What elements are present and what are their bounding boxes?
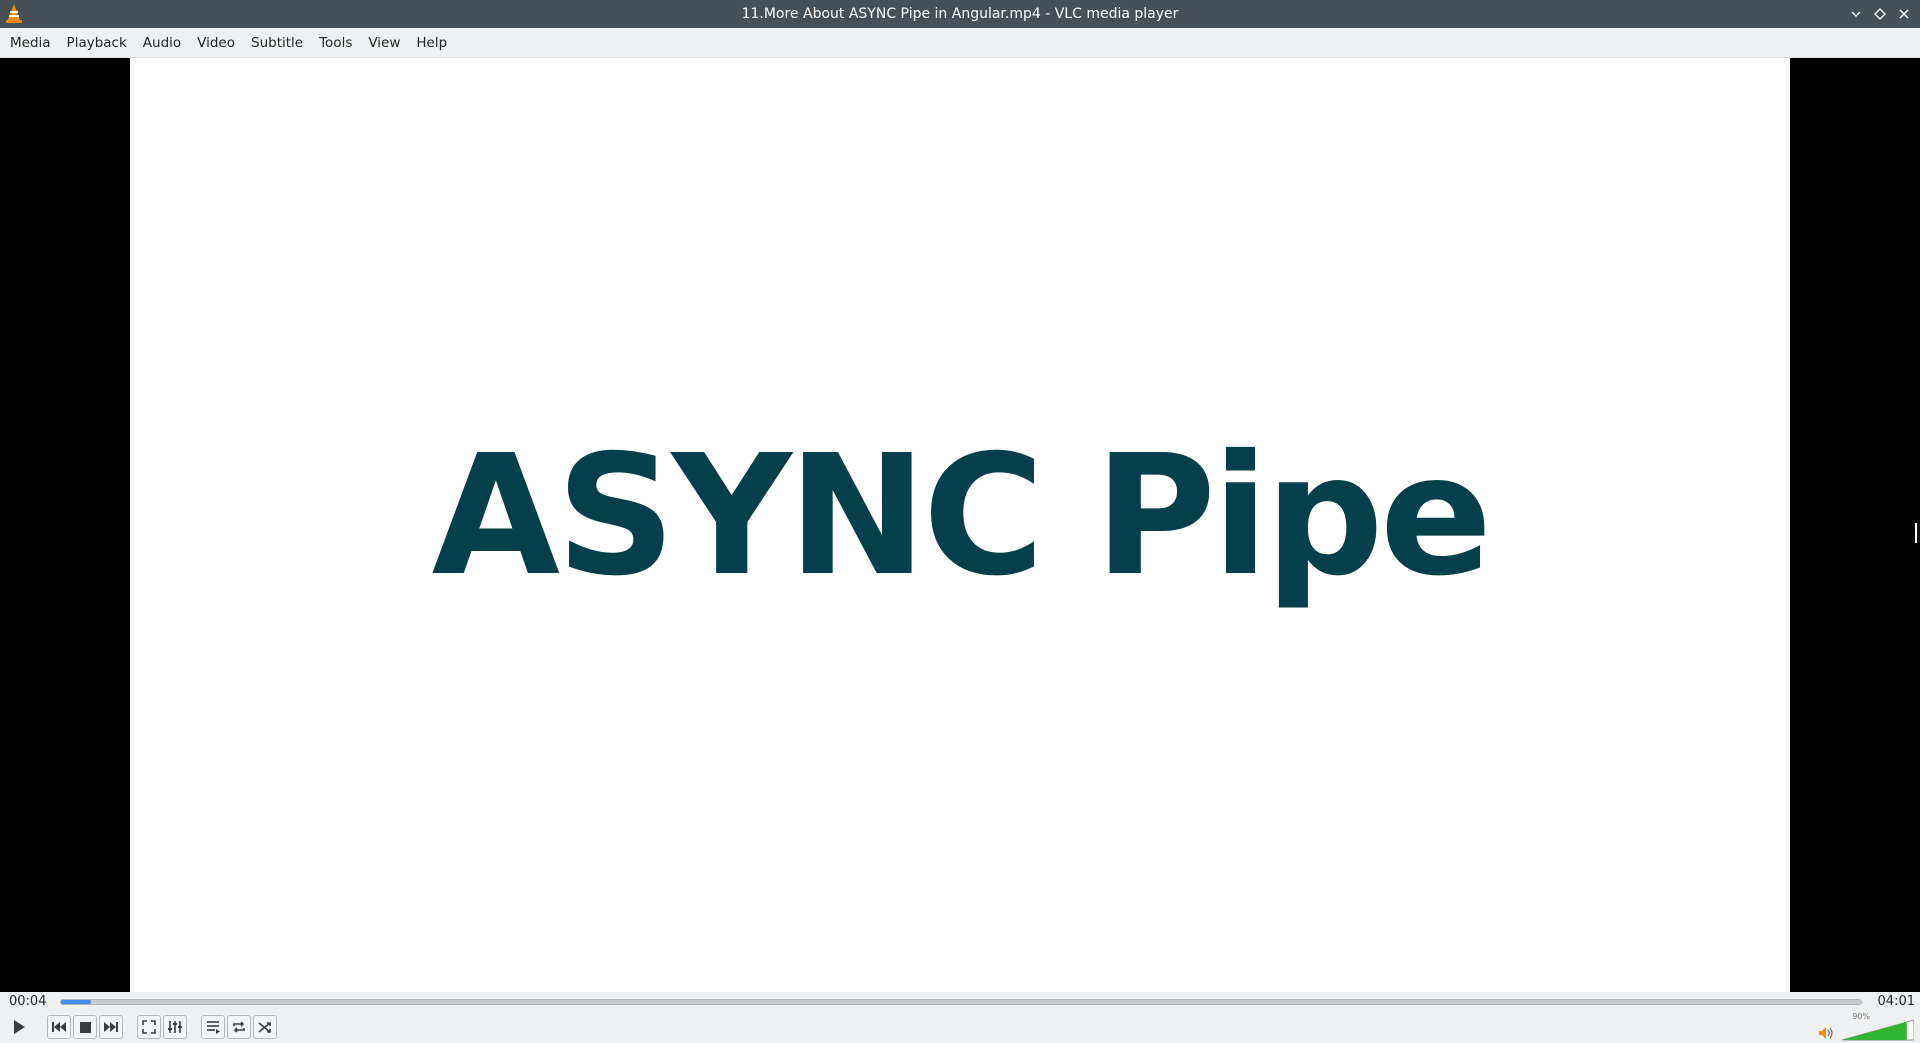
volume-slider[interactable] — [1842, 1019, 1914, 1041]
video-area[interactable]: ASYNC Pipe — [0, 58, 1920, 992]
next-button[interactable] — [99, 1015, 123, 1039]
seek-progress — [61, 1000, 91, 1004]
menu-subtitle[interactable]: Subtitle — [243, 31, 311, 55]
window-title: 11.More About ASYNC Pipe in Angular.mp4 … — [741, 6, 1179, 22]
diamond-icon — [1874, 8, 1886, 20]
video-frame[interactable]: ASYNC Pipe — [130, 58, 1790, 992]
vlc-cone-icon — [6, 4, 22, 23]
stop-button[interactable] — [73, 1015, 97, 1039]
chevron-down-icon — [1851, 11, 1861, 17]
previous-icon — [52, 1022, 66, 1032]
shuffle-icon — [258, 1022, 271, 1033]
menu-playback[interactable]: Playback — [59, 31, 135, 55]
total-time[interactable]: 04:01 — [1878, 994, 1915, 1009]
playlist-button[interactable] — [201, 1015, 225, 1039]
stop-icon — [79, 1021, 91, 1033]
window-controls — [1844, 0, 1916, 28]
extended-settings-icon — [168, 1021, 182, 1033]
speaker-icon[interactable] — [1818, 1026, 1834, 1040]
controls-panel: 00:04 04:01 90% — [0, 992, 1920, 1043]
play-button[interactable] — [6, 1014, 32, 1040]
menu-tools[interactable]: Tools — [311, 31, 360, 55]
title-bar[interactable]: 11.More About ASYNC Pipe in Angular.mp4 … — [0, 0, 1920, 28]
maximize-button[interactable] — [1868, 0, 1892, 28]
video-frame-text: ASYNC Pipe — [431, 420, 1493, 613]
seek-slider[interactable] — [60, 999, 1862, 1005]
menu-bar: Media Playback Audio Video Subtitle Tool… — [0, 28, 1920, 58]
extended-settings-button[interactable] — [163, 1015, 187, 1039]
close-button[interactable] — [1892, 0, 1916, 28]
fullscreen-button[interactable] — [137, 1015, 161, 1039]
menu-audio[interactable]: Audio — [135, 31, 189, 55]
shuffle-button[interactable] — [253, 1015, 277, 1039]
menu-view[interactable]: View — [360, 31, 408, 55]
playlist-icon — [207, 1021, 220, 1034]
play-icon — [14, 1020, 25, 1034]
menu-media[interactable]: Media — [2, 31, 59, 55]
loop-icon — [233, 1021, 245, 1033]
close-icon — [1899, 9, 1909, 19]
next-icon — [104, 1022, 118, 1032]
menu-video[interactable]: Video — [189, 31, 243, 55]
vlc-window: 11.More About ASYNC Pipe in Angular.mp4 … — [0, 0, 1920, 1043]
fullscreen-icon — [142, 1020, 156, 1034]
menu-help[interactable]: Help — [408, 31, 455, 55]
resize-cursor — [1915, 523, 1920, 543]
previous-button[interactable] — [47, 1015, 71, 1039]
minimize-button[interactable] — [1844, 0, 1868, 28]
elapsed-time[interactable]: 00:04 — [9, 994, 46, 1009]
loop-button[interactable] — [227, 1015, 251, 1039]
